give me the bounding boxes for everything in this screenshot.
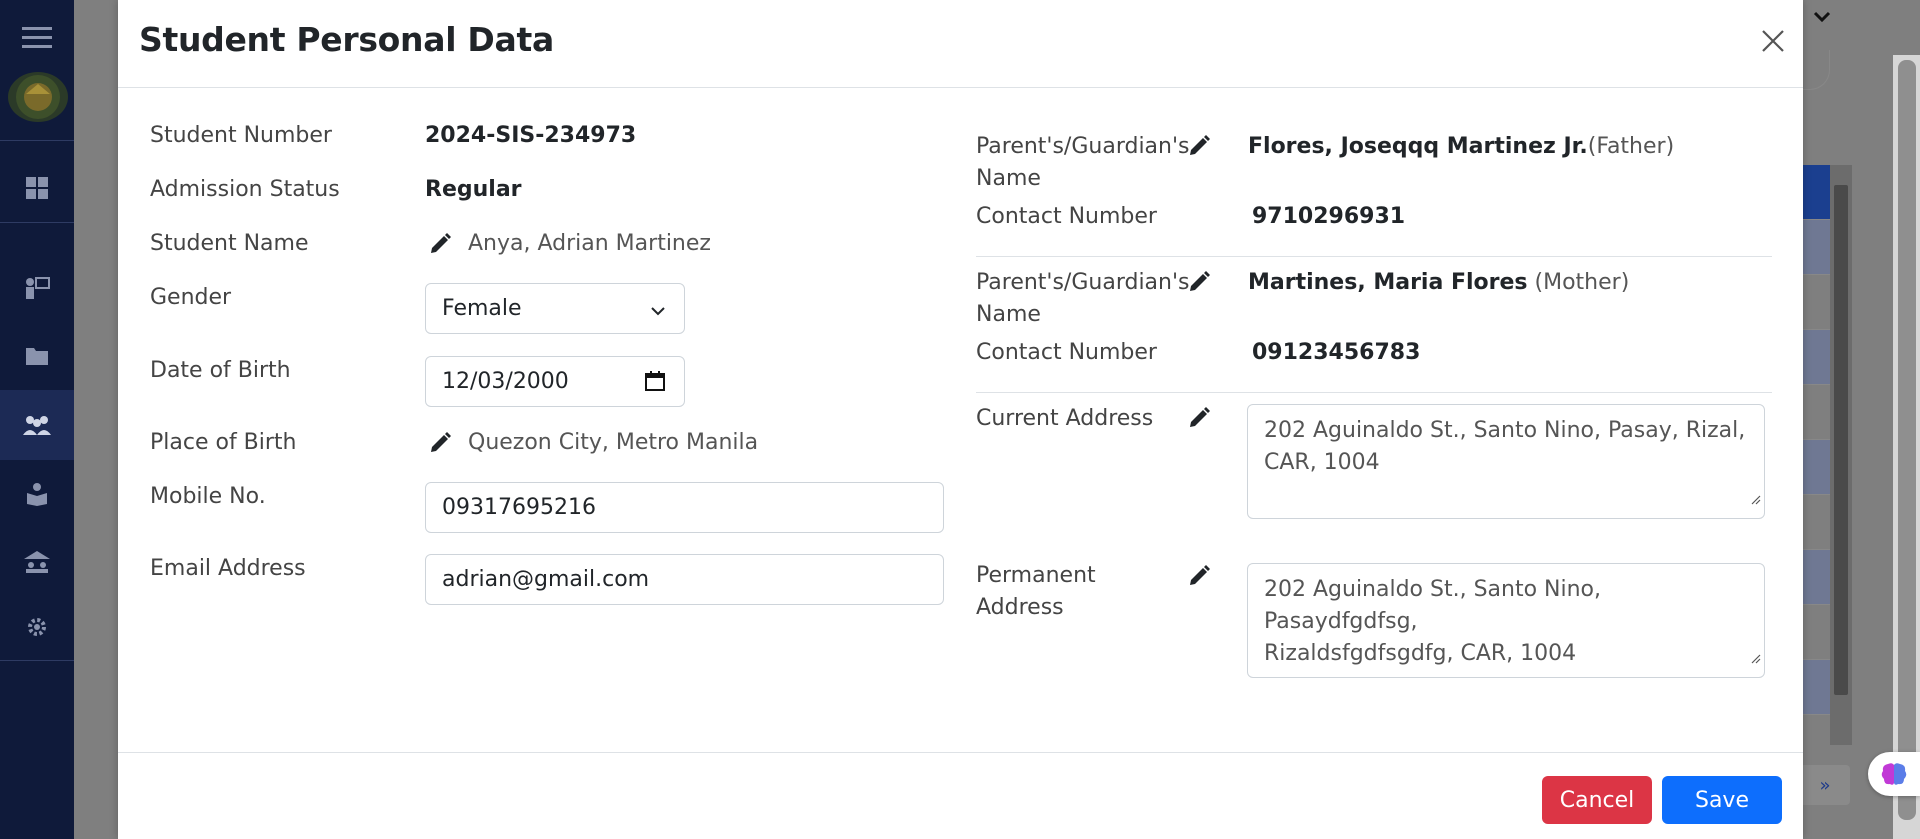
- table-scrollbar[interactable]: [1830, 165, 1852, 745]
- divider: [976, 392, 1772, 393]
- pencil-icon[interactable]: [426, 230, 454, 258]
- gear-icon[interactable]: [0, 607, 74, 647]
- divider: [976, 256, 1772, 257]
- guardian2-name: Martines, Maria Flores (Mother): [1248, 270, 1630, 295]
- student-name-label: Student Name: [150, 231, 309, 256]
- mobile-value: 09317695216: [442, 495, 596, 520]
- gender-select[interactable]: Female: [425, 283, 685, 334]
- book-reader-icon[interactable]: [0, 474, 74, 514]
- mobile-label: Mobile No.: [150, 484, 266, 509]
- close-icon[interactable]: [1756, 24, 1790, 58]
- permanent-address-textarea[interactable]: 202 Aguinaldo St., Santo Nino, Pasaydfgd…: [1247, 563, 1765, 678]
- mobile-input[interactable]: 09317695216: [425, 482, 944, 533]
- current-address-textarea[interactable]: 202 Aguinaldo St., Santo Nino, Pasay, Ri…: [1247, 404, 1765, 519]
- admission-status-label: Admission Status: [150, 177, 340, 202]
- student-number-label: Student Number: [150, 123, 332, 148]
- guardian1-contact-label: Contact Number: [976, 204, 1157, 229]
- student-number-value: 2024-SIS-234973: [425, 123, 637, 148]
- gender-label: Gender: [150, 285, 232, 310]
- chevron-down-icon: [650, 300, 666, 325]
- guardian2-contact-value: 09123456783: [1252, 340, 1421, 365]
- guardian1-contact-value: 9710296931: [1252, 204, 1406, 229]
- student-personal-data-modal: Student Personal Data Student Number 202…: [118, 0, 1803, 839]
- dashboard-icon[interactable]: [0, 168, 74, 208]
- students-icon[interactable]: [0, 390, 74, 460]
- cancel-button[interactable]: Cancel: [1542, 776, 1652, 824]
- modal-title: Student Personal Data: [139, 20, 554, 59]
- email-input[interactable]: adrian@gmail.com: [425, 554, 944, 605]
- email-label: Email Address: [150, 556, 306, 581]
- gender-selected-value: Female: [442, 296, 522, 321]
- folder-icon[interactable]: [0, 336, 74, 376]
- page-scrollbar-thumb[interactable]: [1898, 60, 1916, 820]
- school-logo: [8, 72, 68, 122]
- email-value: adrian@gmail.com: [442, 567, 650, 592]
- teacher-icon[interactable]: [0, 268, 74, 308]
- student-name-value: Anya, Adrian Martinez: [468, 231, 711, 256]
- place-of-birth-label: Place of Birth: [150, 430, 297, 455]
- guardian2-contact-label: Contact Number: [976, 340, 1157, 365]
- guardian1-label: Parent's/Guardian's Name: [976, 134, 1190, 191]
- school-icon[interactable]: [0, 542, 74, 582]
- guardian1-name: Flores, Joseqqq Martinez Jr.(Father): [1248, 134, 1675, 159]
- brain-icon[interactable]: [1868, 752, 1920, 796]
- pencil-icon[interactable]: [1185, 562, 1213, 590]
- permanent-address-label: Permanent Address: [976, 563, 1096, 620]
- pencil-icon[interactable]: [1185, 132, 1213, 160]
- pager-next-button[interactable]: »: [1800, 765, 1850, 805]
- date-of-birth-label: Date of Birth: [150, 358, 291, 383]
- date-of-birth-input[interactable]: 12/03/2000: [425, 356, 685, 407]
- pencil-icon[interactable]: [1185, 268, 1213, 296]
- modal-header: Student Personal Data: [118, 0, 1803, 88]
- pencil-icon[interactable]: [1185, 404, 1213, 432]
- pencil-icon[interactable]: [426, 429, 454, 457]
- save-button[interactable]: Save: [1662, 776, 1782, 824]
- guardian2-label: Parent's/Guardian's Name: [976, 270, 1190, 327]
- sidebar: [0, 0, 74, 839]
- chevron-down-icon: [1812, 8, 1832, 29]
- date-of-birth-value: 12/03/2000: [442, 369, 569, 394]
- current-address-label: Current Address: [976, 406, 1154, 431]
- admission-status-value: Regular: [425, 177, 522, 202]
- calendar-icon[interactable]: [644, 370, 666, 398]
- menu-icon[interactable]: [0, 18, 74, 58]
- place-of-birth-value: Quezon City, Metro Manila: [468, 430, 759, 455]
